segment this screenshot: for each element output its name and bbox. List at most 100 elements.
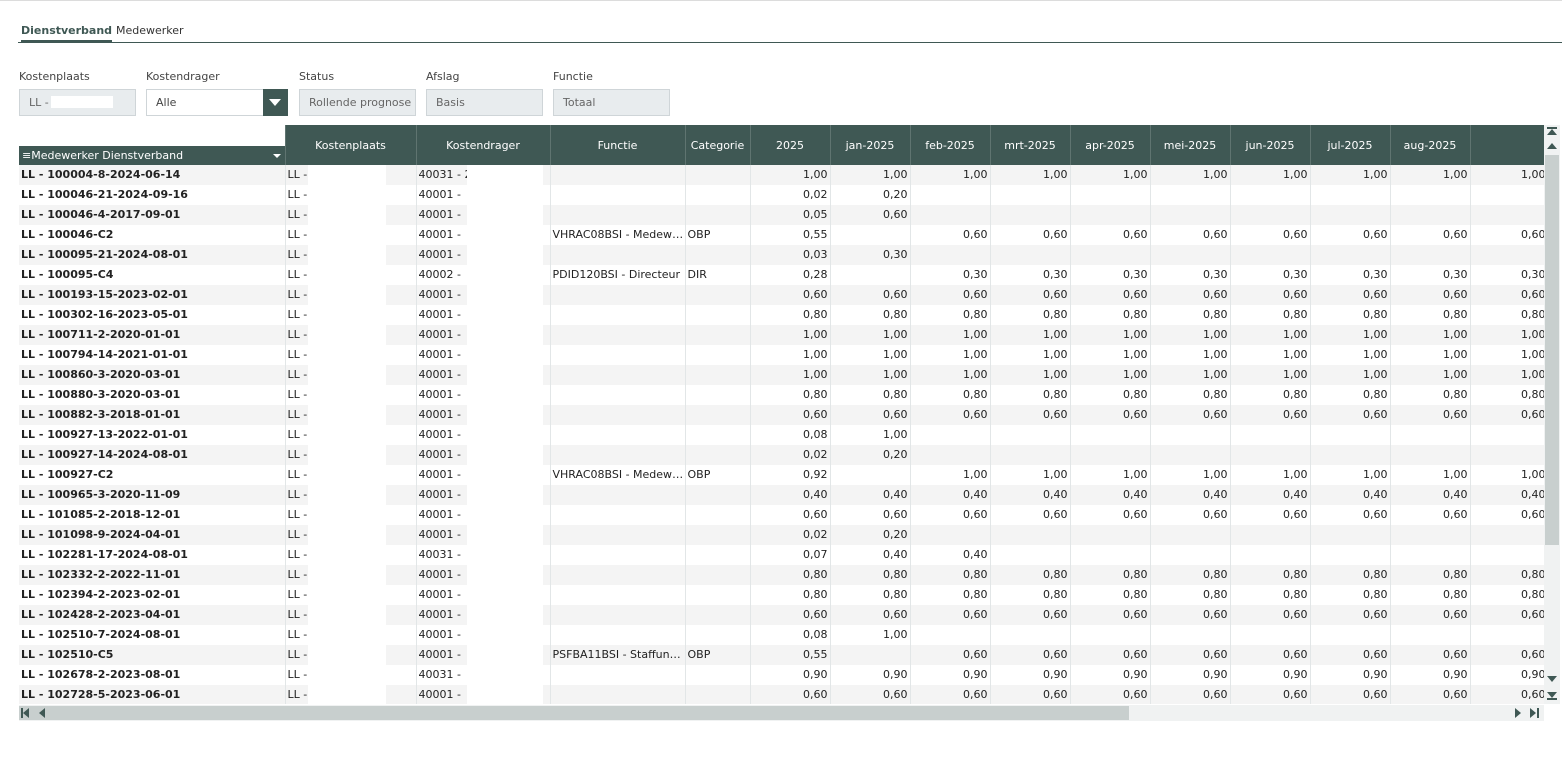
scroll-up-icon[interactable]	[1546, 141, 1558, 151]
cell-value: 0,80	[1150, 565, 1231, 585]
table-row[interactable]: LL - 102428-2-2023-04-01 LL -40001 -0,60 0…	[19, 605, 1544, 625]
vertical-scrollbar[interactable]	[1544, 125, 1560, 704]
horizontal-scroll-thumb[interactable]	[19, 706, 1129, 720]
scroll-first-icon[interactable]	[21, 708, 31, 718]
column-header[interactable]: feb-2025	[910, 125, 991, 165]
scroll-top-icon[interactable]	[1546, 127, 1558, 137]
cell-value: 0,80	[1070, 385, 1151, 405]
table-row[interactable]: LL - 100927-14-2024-08-01 LL -40001 - 0,02…	[19, 445, 1544, 465]
kostenplaats-field[interactable]: LL -	[19, 89, 136, 116]
cell-value: 1,00	[1470, 325, 1544, 345]
tab-dienstverband[interactable]: Dienstverband	[21, 22, 113, 42]
column-header[interactable]	[1470, 125, 1544, 165]
column-header[interactable]: mei-2025	[1150, 125, 1231, 165]
cell-kostendrager: 40001 -	[416, 385, 551, 405]
table-row[interactable]: LL - 102728-5-2023-06-01 LL -40001 -0,60 0…	[19, 685, 1544, 704]
cell-value	[910, 245, 991, 265]
table-row[interactable]: LL - 100095-21-2024-08-01 LL -40001 - 0,03…	[19, 245, 1544, 265]
cell-categorie	[685, 325, 751, 345]
table-row[interactable]: LL - 102394-2-2023-02-01 LL -40001 -0,80 0…	[19, 585, 1544, 605]
table-row[interactable]: LL - 101085-2-2018-12-01 LL -40001 -0,60 0…	[19, 505, 1544, 525]
column-header[interactable]: Categorie	[685, 125, 751, 165]
table-row[interactable]: LL - 100927-C2 LL -40001 - VHRAC08BSI - Me…	[19, 465, 1544, 485]
table-row[interactable]: LL - 100965-3-2020-11-09 LL -40001 -0,40 0…	[19, 485, 1544, 505]
cell-value: 0,02	[750, 525, 831, 545]
table-row[interactable]: LL - 100880-3-2020-03-01 LL -40001 -0,80 0…	[19, 385, 1544, 405]
table-row[interactable]: LL - 102678-2-2023-08-01 LL -40031 -0,90 0…	[19, 665, 1544, 685]
cell-value: 0,60	[990, 685, 1071, 704]
column-header-bar[interactable]: ≡Medewerker Dienstverband	[19, 146, 284, 165]
chevron-down-icon[interactable]	[263, 89, 288, 116]
tab-medewerker[interactable]: Medewerker	[116, 22, 184, 42]
table-row[interactable]: LL - 100193-15-2023-02-01 LL -40001 - 0,60…	[19, 285, 1544, 305]
table-row[interactable]: LL - 100927-13-2022-01-01 LL -40001 - 0,08…	[19, 425, 1544, 445]
cell-value: 0,60	[750, 285, 831, 305]
redacted-block	[466, 345, 543, 365]
cell-medewerker: LL - 100794-14-2021-01-01	[19, 345, 286, 365]
cell-categorie	[685, 205, 751, 225]
cell-kostendrager: 40001 -	[416, 625, 551, 645]
table-row[interactable]: LL - 101098-9-2024-04-01 LL -40001 - 0,02 0…	[19, 525, 1544, 545]
cell-medewerker: LL - 100860-3-2020-03-01	[19, 365, 286, 385]
table-row[interactable]: LL - 100046-C2 LL -40001 - VHRAC08BSI - Me…	[19, 225, 1544, 245]
scroll-down-icon[interactable]	[1546, 674, 1558, 684]
table-row[interactable]: LL - 100302-16-2023-05-01 LL -40001 - 0,80…	[19, 305, 1544, 325]
table-row[interactable]: LL - 100860-3-2020-03-01 LL -40001 -1,00 1…	[19, 365, 1544, 385]
column-header[interactable]: mrt-2025	[990, 125, 1071, 165]
table-row[interactable]: LL - 100095-C4 LL -40002 - PDID120BSI - Di…	[19, 265, 1544, 285]
cell-value: 0,60	[1310, 225, 1391, 245]
cell-value: 1,00	[1230, 365, 1311, 385]
vertical-scroll-thumb[interactable]	[1545, 155, 1559, 545]
horizontal-scrollbar[interactable]	[19, 705, 1544, 721]
table-row[interactable]: LL - 102332-2-2022-11-01 LL -40001 -0,80 0…	[19, 565, 1544, 585]
redacted-block	[466, 645, 543, 665]
column-header[interactable]: 2025	[750, 125, 831, 165]
table-row[interactable]: LL - 102510-7-2024-08-01 LL -40001 - 0,08 1…	[19, 625, 1544, 645]
table-row[interactable]: LL - 100794-14-2021-01-01 LL -40001 - 1,00…	[19, 345, 1544, 365]
redacted-block	[307, 345, 386, 365]
cell-kostenplaats: LL -	[285, 385, 417, 405]
filter-functie: Functie Totaal	[553, 70, 670, 116]
column-header[interactable]: aug-2025	[1390, 125, 1471, 165]
column-header[interactable]: Functie	[550, 125, 686, 165]
status-field[interactable]: Rollende prognose	[299, 89, 416, 116]
table-row[interactable]: LL - 100711-2-2020-01-01 LL -40001 -1,00 1…	[19, 325, 1544, 345]
column-header[interactable]: Kostenplaats	[285, 125, 417, 165]
cell-value: 0,80	[910, 305, 991, 325]
redacted-block	[466, 225, 543, 245]
table-row[interactable]: LL - 100046-4-2017-09-01 LL -40001 - 0,05 0…	[19, 205, 1544, 225]
scroll-last-icon[interactable]	[1529, 708, 1539, 718]
afslag-field[interactable]: Basis	[426, 89, 543, 116]
cell-value	[1390, 205, 1471, 225]
column-header[interactable]: Kostendrager	[416, 125, 551, 165]
column-header[interactable]: jan-2025	[830, 125, 911, 165]
cell-functie	[550, 345, 686, 365]
column-header-medewerker-dienstverband[interactable]: ≡Medewerker Dienstverband	[19, 125, 286, 165]
table-row[interactable]: LL - 102281-17-2024-08-01 LL -40031 - 0,07…	[19, 545, 1544, 565]
menu-icon[interactable]: ≡	[22, 149, 31, 162]
cell-medewerker: LL - 100711-2-2020-01-01	[19, 325, 286, 345]
scroll-left-icon[interactable]	[37, 708, 47, 718]
cell-value	[1230, 545, 1311, 565]
column-header[interactable]: apr-2025	[1070, 125, 1151, 165]
cell-medewerker: LL - 100046-4-2017-09-01	[19, 205, 286, 225]
column-header[interactable]: jul-2025	[1310, 125, 1391, 165]
scroll-right-icon[interactable]	[1514, 708, 1524, 718]
cell-value	[1470, 445, 1544, 465]
column-header[interactable]: jun-2025	[1230, 125, 1311, 165]
column-header-label: Medewerker Dienstverband	[31, 149, 184, 162]
cell-value: 0,55	[750, 225, 831, 245]
table-row[interactable]: LL - 102510-C5 LL -40001 - PSFBA11BSI - St…	[19, 645, 1544, 665]
redacted-block	[466, 165, 543, 185]
table-row[interactable]: LL - 100046-21-2024-09-16 LL -40001 - 0,02…	[19, 185, 1544, 205]
scroll-bottom-icon[interactable]	[1546, 690, 1558, 700]
cell-kostendrager: 40001 -	[416, 305, 551, 325]
table-row[interactable]: LL - 100004-8-2024-06-14LL -40031 - 2665…	[19, 165, 1544, 185]
redacted-block	[307, 485, 386, 505]
sort-caret-icon[interactable]	[272, 154, 281, 158]
functie-field[interactable]: Totaal	[553, 89, 670, 116]
cell-value: 0,40	[1310, 485, 1391, 505]
cell-value: 1,00	[1310, 165, 1391, 185]
cell-value: 0,60	[1470, 605, 1544, 625]
table-row[interactable]: LL - 100882-3-2018-01-01 LL -40001 -0,60 0…	[19, 405, 1544, 425]
